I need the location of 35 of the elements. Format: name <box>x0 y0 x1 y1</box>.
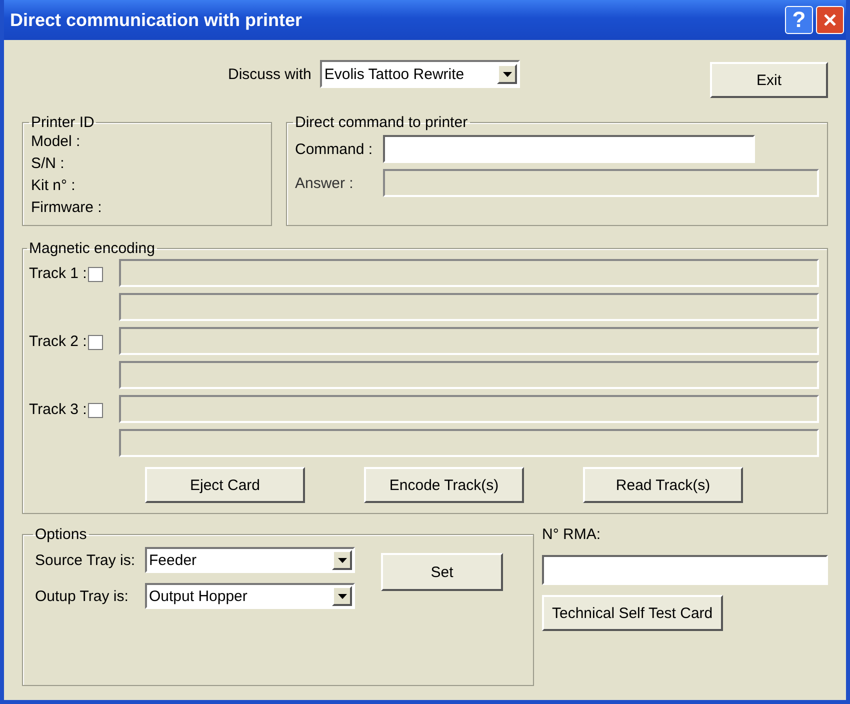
dropdown-arrow-icon <box>338 558 346 562</box>
field-label: Command : <box>295 140 374 158</box>
discuss-label: Discuss with <box>228 66 312 82</box>
field-label: S/N : <box>31 154 66 174</box>
action-button[interactable]: Encode Track(s) <box>364 467 524 503</box>
tray-dropdown[interactable]: Output Hopper <box>145 583 355 609</box>
track-label: Track 1 : <box>29 265 87 282</box>
dropdown-arrow-icon <box>338 594 346 598</box>
rma-field[interactable] <box>542 555 828 585</box>
close-icon <box>823 13 837 27</box>
command-field[interactable] <box>383 135 755 163</box>
field-label: Kit n° : <box>31 176 76 196</box>
action-button[interactable]: Read Track(s) <box>583 467 743 503</box>
self-test-button[interactable]: Technical Self Test Card <box>542 595 723 631</box>
set-button[interactable]: Set <box>381 553 503 591</box>
tray-label: Outup Tray is: <box>35 588 130 604</box>
printer-dropdown[interactable]: Evolis Tattoo Rewrite <box>320 60 520 88</box>
help-button[interactable]: ? <box>785 6 813 34</box>
track-label: Track 2 : <box>29 333 87 350</box>
track-label: Track 3 : <box>29 401 87 418</box>
window-title: Direct communication with printer <box>10 10 302 30</box>
field-label: Answer : <box>295 174 354 192</box>
field-label: Model : <box>31 132 82 152</box>
field-label: Firmware : <box>31 198 103 218</box>
action-button[interactable]: Eject Card <box>145 467 305 503</box>
rma-label: N° RMA: <box>542 526 600 543</box>
group-title: Magnetic encoding <box>28 240 156 257</box>
exit-button[interactable]: Exit <box>710 62 828 98</box>
tray-dropdown[interactable]: Feeder <box>145 547 355 573</box>
tray-label: Source Tray is: <box>35 552 136 568</box>
group-title: Printer ID <box>30 114 96 131</box>
group-title: Options <box>34 526 88 543</box>
dropdown-arrow-icon <box>502 72 512 76</box>
group-title: Direct command to printer <box>294 114 469 131</box>
close-button[interactable] <box>816 6 844 34</box>
